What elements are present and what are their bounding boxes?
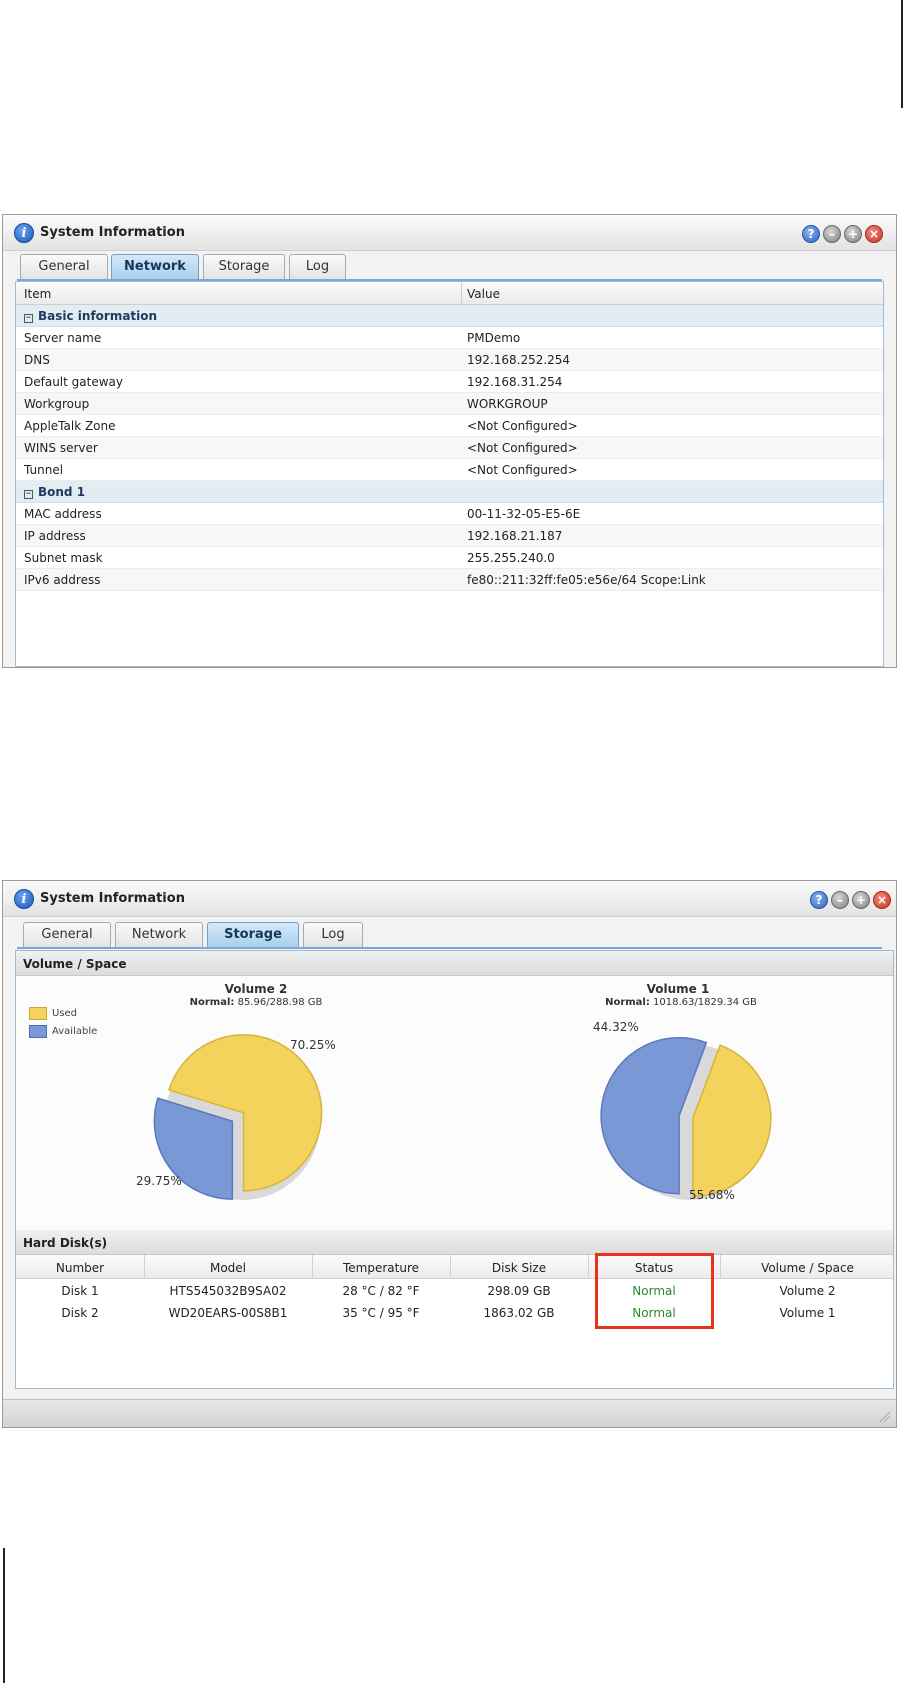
column-header-value[interactable]: Value <box>467 287 500 301</box>
column-header-volume-space[interactable]: Volume / Space <box>720 1261 895 1275</box>
titlebar: i System Information ? – + × <box>3 881 896 917</box>
close-icon[interactable]: × <box>865 225 883 243</box>
table-row[interactable]: AppleTalk Zone <Not Configured> <box>16 415 883 437</box>
volume-1-available-pct: 44.32% <box>593 1020 639 1034</box>
minimize-icon[interactable]: – <box>823 225 841 243</box>
table-row[interactable]: Tunnel <Not Configured> <box>16 459 883 481</box>
tab-network[interactable]: Network <box>111 254 199 279</box>
column-header-item[interactable]: Item <box>24 287 51 301</box>
system-info-window-storage: i System Information ? – + × General Net… <box>2 880 897 1428</box>
tab-general[interactable]: General <box>20 254 108 279</box>
info-icon: i <box>14 889 34 909</box>
legend-swatch-used <box>29 1007 47 1020</box>
tab-storage[interactable]: Storage <box>203 254 285 279</box>
network-table: Item Value − Basic information Server nam… <box>15 281 884 667</box>
volume-charts: Used Available Volume 2 Normal: 85.96/28… <box>16 976 893 1230</box>
help-icon[interactable]: ? <box>810 891 828 909</box>
legend-swatch-available <box>29 1025 47 1038</box>
resize-grip-icon[interactable] <box>878 1410 890 1422</box>
hard-disk-section-header: Hard Disk(s) <box>16 1230 893 1255</box>
tab-general[interactable]: General <box>23 922 111 947</box>
tab-network[interactable]: Network <box>115 922 203 947</box>
page-rule-top <box>901 0 903 108</box>
volume-2-available-pct: 70.25% <box>290 1038 336 1052</box>
table-header: Number Model Temperature Disk Size Statu… <box>16 1255 893 1279</box>
group-basic-information[interactable]: − Basic information <box>16 305 883 327</box>
tab-underline <box>17 947 882 949</box>
table-row[interactable]: Disk 1 HTS545032B9SA02 28 °C / 82 °F 298… <box>16 1279 893 1301</box>
tab-log[interactable]: Log <box>303 922 363 947</box>
storage-panel: Volume / Space Used Available Volume 2 N… <box>15 950 894 1389</box>
table-row[interactable]: Disk 2 WD20EARS-00S8B1 35 °C / 95 °F 186… <box>16 1301 893 1323</box>
legend-label-used: Used <box>52 1008 78 1019</box>
column-header-disk-size[interactable]: Disk Size <box>450 1261 588 1275</box>
table-row[interactable]: WINS server <Not Configured> <box>16 437 883 459</box>
status-column-highlight <box>595 1253 714 1329</box>
volume-2-title: Volume 2 <box>224 982 288 996</box>
column-header-number[interactable]: Number <box>16 1261 144 1275</box>
tab-log[interactable]: Log <box>289 254 346 279</box>
column-header-model[interactable]: Model <box>144 1261 312 1275</box>
table-row[interactable]: IP address 192.168.21.187 <box>16 525 883 547</box>
volume-1-title: Volume 1 <box>646 982 710 996</box>
maximize-icon[interactable]: + <box>844 225 862 243</box>
page-rule-bottom <box>3 1548 5 1683</box>
system-info-window-network: i System Information ? – + × General Net… <box>2 214 897 668</box>
hard-disk-table: Number Model Temperature Disk Size Statu… <box>16 1253 893 1385</box>
table-row[interactable]: IPv6 address fe80::211:32ff:fe05:e56e/64 … <box>16 569 883 591</box>
group-bond-1[interactable]: − Bond 1 <box>16 481 883 503</box>
table-row[interactable]: Subnet mask 255.255.240.0 <box>16 547 883 569</box>
volume-2-usage: Normal: 85.96/288.98 GB <box>189 997 323 1008</box>
table-row[interactable]: Server name PMDemo <box>16 327 883 349</box>
maximize-icon[interactable]: + <box>852 891 870 909</box>
table-header: Item Value <box>16 282 883 305</box>
volume-2-used-pct: 29.75% <box>136 1174 182 1188</box>
volume-1-used-pct: 55.68% <box>689 1188 735 1202</box>
volume-1-pie-chart <box>600 1037 772 1200</box>
help-icon[interactable]: ? <box>802 225 820 243</box>
close-icon[interactable]: × <box>873 891 891 909</box>
volume-section-header: Volume / Space <box>16 951 893 976</box>
volume-1-usage: Normal: 1018.63/1829.34 GB <box>605 997 757 1008</box>
table-row[interactable]: Default gateway 192.168.31.254 <box>16 371 883 393</box>
collapse-icon[interactable]: − <box>24 314 33 323</box>
info-icon: i <box>14 223 34 243</box>
minimize-icon[interactable]: – <box>831 891 849 909</box>
table-row[interactable]: DNS 192.168.252.254 <box>16 349 883 371</box>
table-row[interactable]: Workgroup WORKGROUP <box>16 393 883 415</box>
collapse-icon[interactable]: − <box>24 490 33 499</box>
legend-label-available: Available <box>52 1026 98 1037</box>
status-bar <box>3 1399 896 1427</box>
column-header-temperature[interactable]: Temperature <box>312 1261 450 1275</box>
table-row[interactable]: MAC address 00-11-32-05-E5-6E <box>16 503 883 525</box>
window-title: System Information <box>40 225 185 240</box>
window-title: System Information <box>40 891 185 906</box>
tab-storage[interactable]: Storage <box>207 922 299 947</box>
titlebar: i System Information ? – + × <box>3 215 896 251</box>
